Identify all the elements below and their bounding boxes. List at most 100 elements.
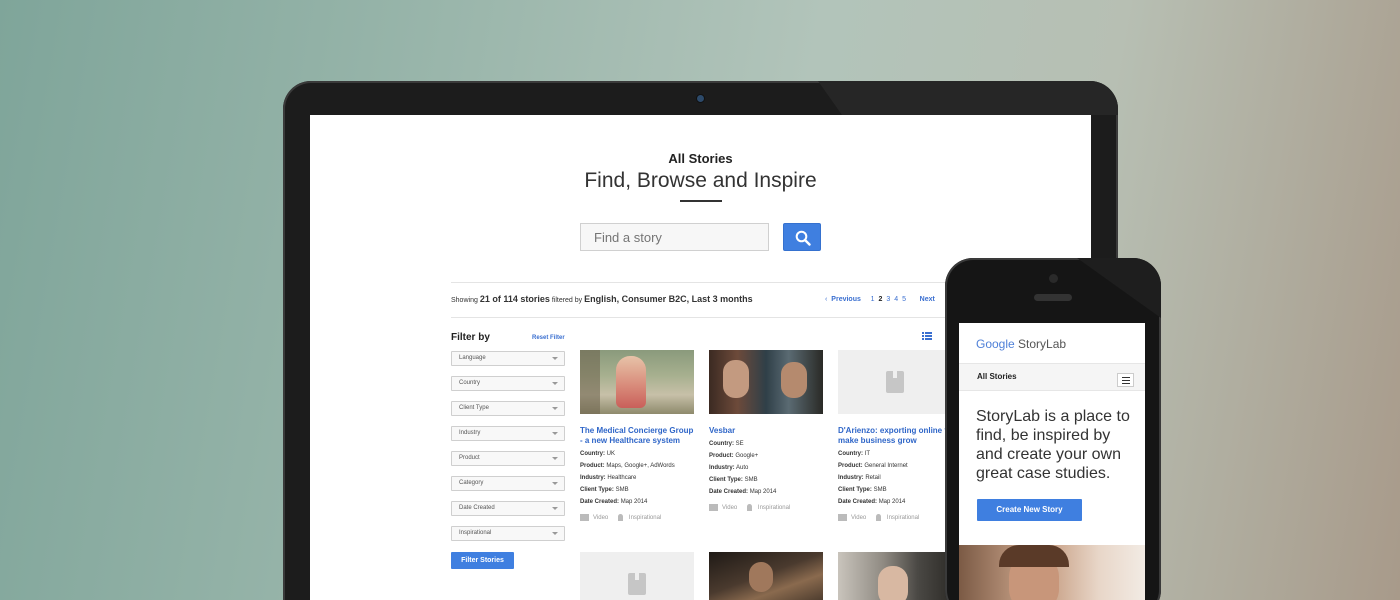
search-input[interactable] (580, 223, 769, 251)
hero-image (959, 545, 1145, 600)
meta-label: Date Created: (838, 499, 878, 505)
bookmark-icon (628, 573, 646, 595)
reset-filter-link[interactable]: Reset Filter (532, 335, 565, 341)
meta-label: Date Created: (580, 499, 620, 505)
meta-label: Client Type: (838, 487, 872, 493)
caret-down-icon (552, 357, 558, 360)
meta-value: Map 2014 (749, 489, 777, 495)
story-title[interactable]: D'Arienzo: exporting online to make busi… (838, 426, 952, 446)
story-meta: Country: SE Product: Google+ Industry: A… (709, 438, 823, 498)
bookmark-icon (886, 371, 904, 393)
pagination-previous[interactable]: Previous (831, 296, 861, 303)
caret-down-icon (552, 532, 558, 535)
select-label: Inspirational (459, 530, 492, 536)
meta-label: Date Created: (709, 489, 749, 495)
meta-label: Industry: (580, 475, 606, 481)
select-language[interactable]: Language (451, 351, 565, 366)
story-card[interactable]: The Medical Concierge Group - a new Heal… (580, 350, 694, 521)
video-icon (580, 514, 589, 521)
select-label: Product (459, 455, 480, 461)
title-divider (680, 200, 722, 202)
filter-stories-button[interactable]: Filter Stories (451, 552, 514, 569)
page-link[interactable]: 1 (871, 296, 875, 303)
pagination-next[interactable]: Next (920, 296, 935, 303)
meta-value: Healthcare (607, 475, 637, 481)
phone-speaker (1034, 294, 1072, 301)
select-country[interactable]: Country (451, 376, 565, 391)
tag-label: Inspirational (757, 505, 791, 512)
story-thumbnail[interactable] (709, 350, 823, 414)
story-card[interactable]: Vesbar Country: SE Product: Google+ Indu… (709, 350, 823, 511)
story-thumbnail[interactable] (580, 350, 694, 414)
meta-label: Client Type: (580, 487, 614, 493)
search-icon (795, 230, 811, 246)
meta-value: Map 2014 (620, 499, 648, 505)
caret-down-icon (552, 432, 558, 435)
caret-down-icon (552, 407, 558, 410)
caret-down-icon (552, 382, 558, 385)
meta-value: UK (606, 451, 616, 457)
results-prefix: Showing (451, 297, 478, 304)
list-view-icon[interactable] (922, 332, 932, 340)
story-thumbnail-placeholder[interactable] (838, 350, 952, 414)
page-link[interactable]: 3 (886, 296, 890, 303)
select-label: Client Type (459, 405, 489, 411)
meta-value: Auto (736, 465, 749, 471)
meta-value: IT (864, 451, 871, 457)
meta-value: SMB (744, 477, 758, 483)
select-client-type[interactable]: Client Type (451, 401, 565, 416)
caret-down-icon (552, 482, 558, 485)
story-thumbnail[interactable] (838, 552, 952, 600)
select-inspirational[interactable]: Inspirational (451, 526, 565, 541)
meta-value: SMB (873, 487, 887, 493)
phone-gloss (1077, 258, 1161, 318)
story-meta: Country: UK Product: Maps, Google+, AdWo… (580, 448, 694, 508)
meta-label: Product: (709, 453, 734, 459)
story-thumbnail[interactable] (709, 552, 823, 600)
tag-label: Video (851, 515, 867, 522)
storylab-logo[interactable]: Google StoryLab (976, 337, 1066, 351)
results-filtered-by: filtered by (551, 297, 583, 304)
story-tags: Video Inspirational (580, 514, 694, 521)
caret-down-icon (552, 457, 558, 460)
story-thumbnail-placeholder[interactable] (580, 552, 694, 600)
select-label: Category (459, 480, 484, 486)
meta-value: Maps, Google+, AdWords (606, 463, 675, 469)
story-title[interactable]: Vesbar (709, 426, 823, 436)
results-summary: Showing 21 of 114 stories filtered by En… (451, 294, 753, 304)
story-tags: Video Inspirational (709, 504, 823, 511)
story-card[interactable]: D'Arienzo: exporting online to make busi… (838, 350, 952, 521)
select-product[interactable]: Product (451, 451, 565, 466)
story-meta: Country: IT Product: General Internet In… (838, 448, 952, 508)
select-date-created[interactable]: Date Created (451, 501, 565, 516)
video-icon (709, 504, 718, 511)
lightbulb-icon (617, 514, 623, 521)
tag-label: Video (593, 515, 609, 522)
page-link[interactable]: 4 (894, 296, 898, 303)
meta-label: Industry: (709, 465, 735, 471)
page-title: All Stories (668, 151, 733, 166)
page-link[interactable]: 5 (902, 296, 906, 303)
meta-label: Country: (838, 451, 863, 457)
page-subtitle: Find, Browse and Inspire (584, 169, 817, 192)
storylab-logo-text: StoryLab (1018, 337, 1067, 351)
phone-camera (1049, 274, 1058, 283)
chevron-left-icon[interactable]: ‹ (825, 296, 827, 303)
meta-value: Map 2014 (878, 499, 906, 505)
select-label: Country (459, 380, 481, 386)
meta-value: Retail (865, 475, 881, 481)
hamburger-menu-icon[interactable] (1117, 373, 1134, 387)
search-button[interactable] (783, 223, 821, 251)
lightbulb-icon (746, 504, 752, 511)
select-label: Date Created (459, 505, 495, 511)
select-industry[interactable]: Industry (451, 426, 565, 441)
story-title[interactable]: The Medical Concierge Group - a new Heal… (580, 426, 694, 446)
tag-label: Inspirational (886, 515, 920, 522)
pagination: ‹ Previous 1 2 3 4 5 Next (825, 296, 937, 303)
select-category[interactable]: Category (451, 476, 565, 491)
meta-label: Country: (580, 451, 605, 457)
laptop-gloss (818, 81, 1118, 115)
create-new-story-button[interactable]: Create New Story (977, 499, 1082, 521)
meta-value: Google+ (735, 453, 759, 459)
page-link-current[interactable]: 2 (879, 296, 883, 303)
